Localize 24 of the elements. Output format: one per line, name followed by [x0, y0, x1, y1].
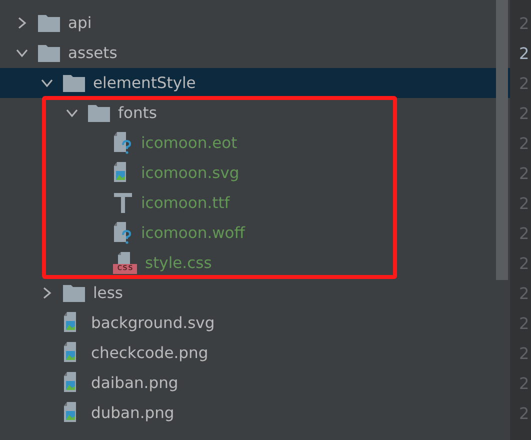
file-name[interactable]: background.svg [91, 314, 215, 332]
file-name[interactable]: daiban.png [91, 374, 178, 392]
unknown-file-icon [113, 221, 133, 245]
folder-name[interactable]: fonts [118, 104, 157, 122]
file-name[interactable]: checkcode.png [91, 344, 208, 362]
folder-icon [38, 14, 60, 32]
file-name[interactable]: duban.png [91, 404, 174, 422]
file-name[interactable]: style.css [145, 254, 212, 272]
file-name[interactable]: icomoon.svg [141, 164, 240, 182]
file-name[interactable]: icomoon.ttf [141, 194, 230, 212]
folder-icon [38, 44, 60, 62]
scrollbar[interactable] [496, 0, 508, 280]
folder-icon [63, 284, 85, 302]
text-t-icon [113, 192, 133, 214]
file-name[interactable]: icomoon.woff [141, 224, 245, 242]
folder-name[interactable]: elementStyle [93, 74, 196, 92]
folder-icon [63, 74, 85, 92]
unknown-file-icon [113, 131, 133, 155]
folder-name[interactable]: less [93, 284, 123, 302]
file-name[interactable]: icomoon.eot [141, 134, 238, 152]
line-number: 2 [519, 44, 530, 62]
folder-icon [88, 104, 110, 122]
folder-name[interactable]: api [68, 14, 92, 32]
folder-name[interactable]: assets [68, 44, 118, 62]
